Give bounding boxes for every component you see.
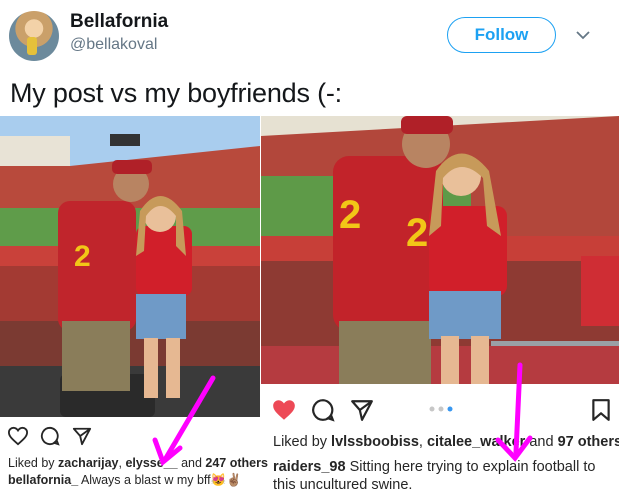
display-name[interactable]: Bellafornia [70, 11, 168, 33]
svg-text:2: 2 [74, 240, 91, 273]
carousel-dots [429, 406, 453, 412]
chevron-down-icon[interactable] [575, 27, 591, 43]
liked-count[interactable]: 97 others [558, 434, 619, 450]
left-post-actions [0, 422, 260, 450]
liked-and: and [525, 434, 558, 450]
bookmark-icon[interactable] [591, 398, 611, 422]
tweet-header: Bellafornia @bellakoval Follow [0, 0, 619, 70]
comment-icon[interactable] [40, 426, 60, 446]
right-caption-line1: raiders_98 Sitting here trying to explai… [273, 459, 595, 475]
caption-text: Always a blast w my bff😻✌🏽 [78, 473, 242, 487]
left-liked-by: Liked by zacharijay, elysse__ and 247 ot… [8, 456, 268, 470]
share-icon[interactable] [72, 426, 92, 446]
follow-button[interactable]: Follow [447, 17, 556, 53]
svg-text:2: 2 [339, 193, 361, 237]
left-caption: bellafornia_ Always a blast w my bff😻✌🏽 [8, 473, 242, 488]
liked-prefix: Liked by [8, 456, 59, 470]
svg-text:2: 2 [406, 211, 428, 255]
right-liked-by: Liked by lvlssboobiss, citalee_walker an… [273, 434, 619, 450]
left-post-photo[interactable]: 2 [0, 116, 260, 417]
right-post-photo[interactable]: 2 2 [261, 116, 619, 384]
caption-text: Sitting here trying to explain football … [345, 459, 596, 475]
liked-user[interactable]: elysse__ [125, 456, 177, 470]
liked-user[interactable]: lvlssboobiss [331, 434, 419, 450]
right-caption-line2: this uncultured swine. [273, 477, 413, 493]
share-icon[interactable] [350, 398, 374, 422]
liked-user[interactable]: citalee_walker [427, 434, 525, 450]
heart-filled-icon[interactable] [271, 398, 297, 422]
tweet-text: My post vs my boyfriends (-: [10, 78, 342, 108]
liked-user[interactable]: zacharijay [58, 456, 118, 470]
heart-outline-icon[interactable] [7, 426, 29, 446]
caption-user[interactable]: raiders_98 [273, 459, 346, 475]
comment-icon[interactable] [311, 398, 335, 422]
avatar[interactable] [9, 11, 59, 61]
liked-count[interactable]: 247 others [205, 456, 268, 470]
user-handle[interactable]: @bellakoval [70, 36, 157, 54]
caption-user[interactable]: bellafornia_ [8, 473, 78, 487]
liked-separator: , [418, 434, 427, 450]
liked-prefix: Liked by [273, 434, 332, 450]
liked-and: and [177, 456, 206, 470]
